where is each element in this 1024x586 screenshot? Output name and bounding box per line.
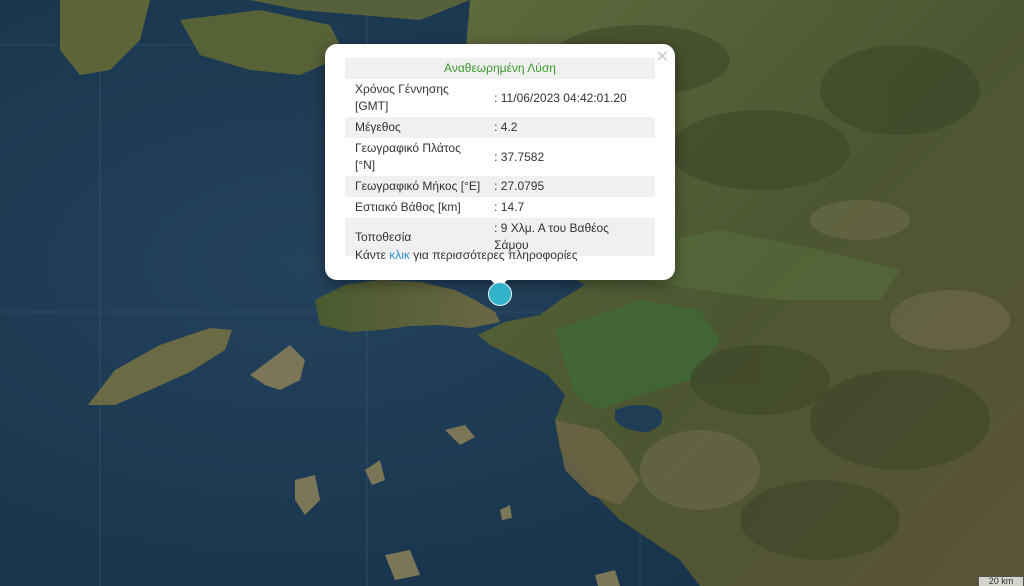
magnitude-label: Μέγεθος [345,117,495,138]
latitude-label: Γεωγραφικό Πλάτος [°N] [355,141,461,172]
latitude-value: : 37.7582 [494,149,545,164]
more-info-text: Κάντε κλικ για περισσότερες πληροφορίες [355,248,578,262]
earthquake-epicenter-marker-icon[interactable] [488,282,512,306]
earthquake-details-table: Αναθεωρημένη Λύση Χρόνος Γέννησης [GMT] … [345,58,655,256]
depth-value: : 14.7 [494,200,525,214]
depth-label: Εστιακό Βάθος [km] [355,200,461,214]
more-info-link[interactable]: κλικ [389,248,410,262]
origin-time-value: : 11/06/2023 04:42:01.20 [494,90,627,105]
close-icon[interactable]: × [656,48,669,64]
longitude-label: Γεωγραφικό Μήκος [°E] [345,176,495,197]
magnitude-value: : 4.2 [494,117,655,138]
longitude-value: : 27.0795 [494,176,655,197]
popup-title: Αναθεωρημένη Λύση [345,58,655,79]
origin-time-label: Χρόνος Γέννησης [GMT] [355,82,449,113]
more-info-prefix: Κάντε [355,248,386,262]
more-info-suffix: για περισσότερες πληροφορίες [413,248,578,262]
scale-bar: 20 km [978,576,1024,586]
